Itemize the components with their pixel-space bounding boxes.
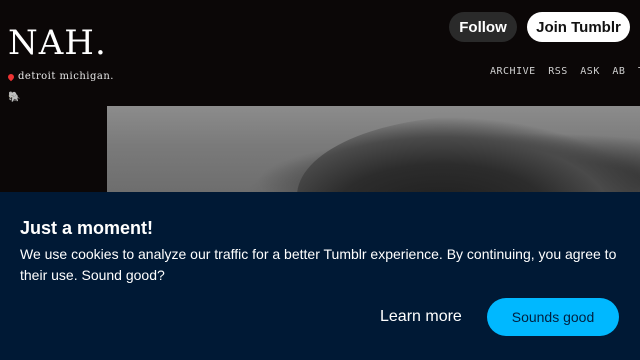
location-text: detroit michigan. — [18, 71, 114, 82]
map-pin-icon — [6, 72, 16, 81]
blog-title[interactable]: NAH. — [8, 26, 107, 60]
cookie-banner-message: We use cookies to analyze our traffic fo… — [20, 246, 617, 283]
cookie-banner-title: Just a moment! — [20, 218, 154, 238]
join-tumblr-button[interactable]: Join Tumblr — [527, 12, 630, 42]
post-photo[interactable] — [107, 106, 640, 206]
nav-archive-link[interactable]: ARCHIVE — [490, 66, 536, 77]
nav-rss-link[interactable]: RSS — [548, 66, 568, 77]
elephant-emoji: 🐘 — [8, 92, 21, 103]
location-line: detroit michigan. — [6, 71, 114, 82]
sounds-good-button[interactable]: Sounds good — [487, 298, 619, 336]
nav-about-link[interactable]: AB — [612, 66, 625, 77]
nav-ask-link[interactable]: ASK — [580, 66, 600, 77]
blog-nav: ARCHIVE RSS ASK AB TH — [490, 66, 640, 77]
learn-more-link[interactable]: Learn more — [380, 308, 462, 326]
cookie-banner: Just a moment! We use cookies to analyze… — [0, 192, 640, 360]
follow-button[interactable]: Follow — [449, 12, 517, 42]
